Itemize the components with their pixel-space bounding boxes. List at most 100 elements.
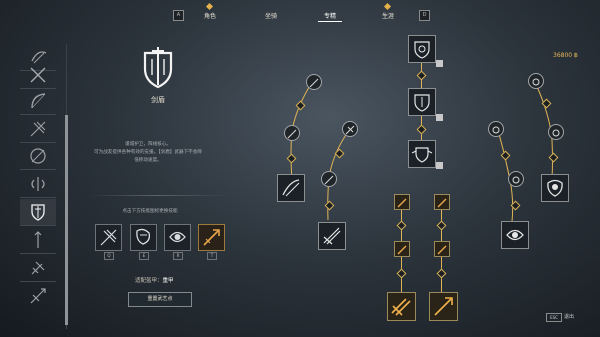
shield-fortress-icon (547, 179, 563, 197)
crossbow-icon (345, 125, 355, 135)
sword-shield-icon (31, 204, 45, 221)
skill-slot-e[interactable]: E (130, 224, 157, 260)
points-value: 36800 (553, 52, 573, 59)
weapon-description-1: 谨城护卫，阵线核心。 (125, 142, 171, 147)
connector-diamond (416, 124, 427, 135)
armor-info: 适配盔甲：重甲 (135, 276, 174, 284)
flame-spear-icon (437, 198, 447, 208)
skill-node-blade-storm[interactable] (318, 222, 346, 250)
sidebar-item-sword-shield[interactable] (20, 199, 56, 226)
skill-node-fire-3[interactable] (434, 194, 450, 210)
key-hint: Q (104, 252, 114, 260)
tab-specialization[interactable]: 专精 (315, 11, 345, 22)
sidebar-scrollbar[interactable] (65, 115, 68, 325)
sword-shield-emblem-icon (143, 47, 173, 89)
tab-mount[interactable]: 坐骑 (256, 11, 286, 20)
weapon-description-2: 可为战友提供各种有效的支援。【剑盾】武器下不会降 (94, 150, 202, 155)
skill-node-shield-fortress[interactable] (541, 174, 569, 202)
skill-node-fire-1[interactable] (394, 194, 410, 210)
connector-diamond (396, 268, 407, 279)
skill-node-fire-2[interactable] (394, 241, 410, 257)
skill-node-sword-strike[interactable] (277, 174, 305, 202)
sidebar-item-crossed-swords[interactable] (20, 62, 56, 89)
sidebar-item-crossbow[interactable] (20, 116, 56, 143)
sidebar-item-bow[interactable] (20, 88, 56, 115)
skill-node-bow-2[interactable] (284, 125, 300, 141)
skill-node-shield-top[interactable] (408, 35, 436, 63)
connector-diamond (416, 70, 427, 81)
lock-icon (436, 60, 443, 67)
notification-dot (205, 2, 214, 11)
wing-icon (31, 177, 45, 191)
flaming-blades-icon (391, 298, 411, 316)
triple-blade-icon (323, 227, 341, 245)
tab-career[interactable]: 生涯 (373, 2, 403, 20)
bow-icon (31, 93, 46, 109)
sidebar-item-orb[interactable] (20, 143, 56, 170)
skill-node-shield-bash-2[interactable] (548, 124, 564, 140)
skill-node-fire-ultimate-right[interactable] (429, 292, 458, 321)
shield-bash-icon (136, 228, 151, 245)
skill-node-guard-2[interactable] (508, 171, 524, 187)
arrow-icon (324, 175, 334, 185)
tab-character[interactable]: 角色 (195, 2, 225, 20)
skill-node-crossbow-2[interactable] (321, 171, 337, 187)
staff-icon (34, 231, 42, 248)
bow-slash-icon (309, 78, 319, 88)
skill-node-shield-bash-1[interactable] (528, 73, 544, 89)
exit-label: 退出 (564, 314, 575, 320)
shield-bash-icon (552, 129, 560, 137)
sidebar-item-staff[interactable] (20, 227, 56, 254)
golden-spear-icon (203, 229, 220, 246)
notification-dot (383, 2, 392, 11)
skill-slot-q[interactable]: Q (95, 224, 122, 260)
sidebar-item-wing[interactable] (20, 171, 56, 198)
spear-icon (30, 288, 46, 304)
skill-node-fire-4[interactable] (434, 241, 450, 257)
skill-points: 36800 ฿ (553, 52, 578, 59)
connector-diamond (396, 220, 407, 231)
branch-line-right (497, 81, 553, 223)
sidebar-item-spear[interactable] (20, 283, 56, 309)
tab-label: 坐骑 (264, 13, 277, 20)
skill-node-crossbow-1[interactable] (342, 121, 358, 137)
key-hint: T (207, 252, 217, 260)
shield-guard-icon (512, 176, 520, 184)
skill-hint: 点击下方技能图标更换技能 (122, 209, 178, 214)
divider (88, 195, 228, 196)
skill-slot-r[interactable]: R (164, 224, 191, 260)
weapon-name: 剑盾 (151, 96, 165, 104)
skill-node-shield-bottom[interactable] (408, 140, 436, 168)
skill-node-fire-ultimate-left[interactable] (387, 292, 416, 321)
skill-node-guard-ultimate[interactable] (501, 221, 529, 249)
coin-icon: ฿ (574, 52, 578, 59)
reset-points-button[interactable]: 重置武艺点 (128, 292, 192, 307)
key-hint-a: A (173, 10, 184, 21)
skill-slot-t[interactable]: T (198, 224, 225, 260)
sword-strike-icon (100, 229, 117, 246)
flame-spear-icon (437, 245, 447, 255)
lock-icon (436, 114, 443, 121)
gauntlet-icon (31, 261, 45, 275)
flame-spear-icon (397, 245, 407, 255)
skill-node-shield-middle[interactable] (408, 88, 436, 116)
shield-guard-icon (492, 126, 500, 134)
flaming-spear-icon (434, 297, 453, 316)
shield-emblem-icon (414, 94, 430, 112)
esc-key-hint[interactable]: ESC (546, 313, 562, 322)
skill-node-bow-1[interactable] (306, 74, 322, 90)
tab-label: 生涯 (381, 13, 394, 20)
lock-icon (436, 162, 443, 169)
arrow-icon (287, 129, 297, 139)
sidebar-item-gauntlet[interactable] (20, 255, 56, 282)
crossed-swords-icon (30, 67, 46, 83)
shield-crest-icon (414, 41, 430, 59)
key-hint: E (139, 252, 149, 260)
weapon-description-3: 低移动速度。 (134, 158, 162, 163)
shield-guard-icon (169, 231, 186, 243)
tab-label: 角色 (203, 13, 216, 20)
armor-value: 重甲 (162, 278, 174, 284)
active-tab-underline (318, 21, 342, 22)
shield-bash-icon (532, 78, 540, 86)
skill-node-guard-1[interactable] (488, 121, 504, 137)
